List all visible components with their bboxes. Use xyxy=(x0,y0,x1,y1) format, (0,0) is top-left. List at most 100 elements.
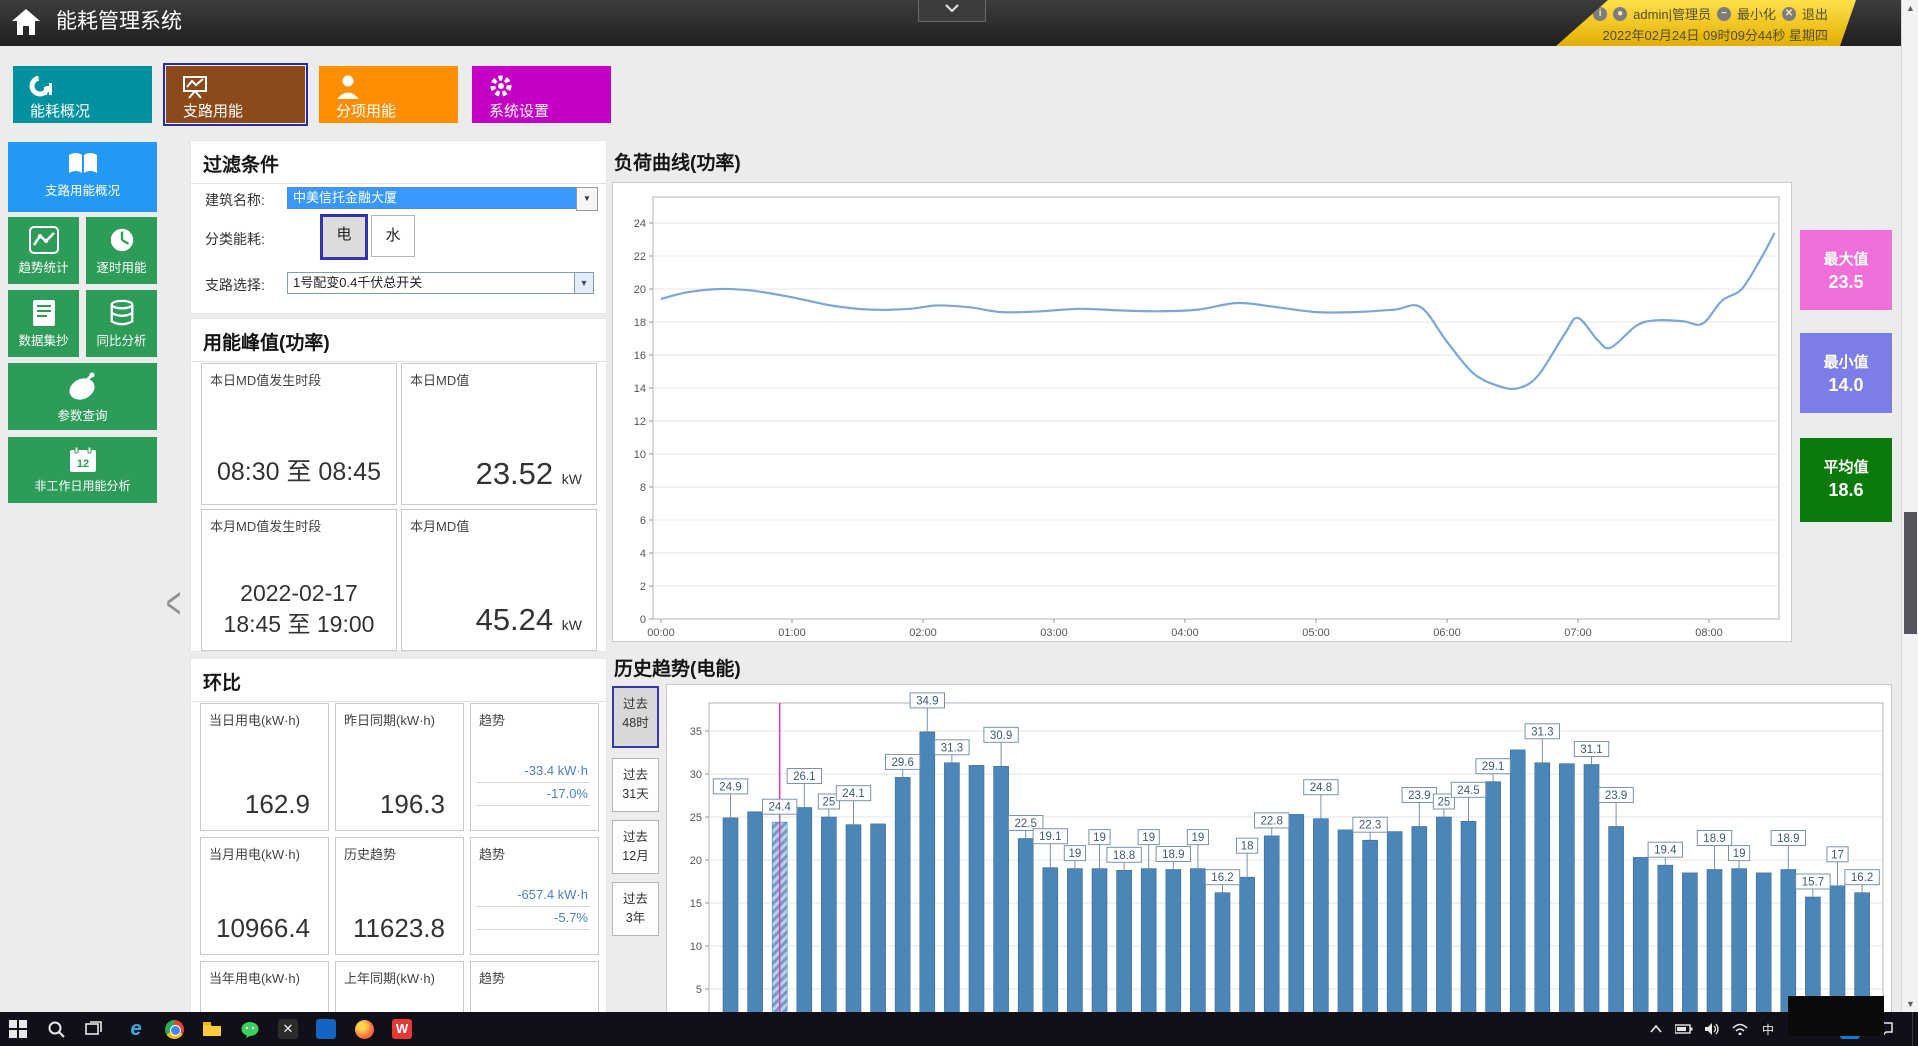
cell-value: 10966.4 xyxy=(216,913,310,944)
firefox-browser-icon[interactable] xyxy=(352,1017,376,1041)
bar[interactable] xyxy=(748,812,763,1014)
bar[interactable] xyxy=(846,825,861,1014)
wechat-icon[interactable] xyxy=(238,1017,262,1041)
sidebar-item-branch-overview[interactable]: 支路用能概况 xyxy=(8,142,157,212)
bar[interactable] xyxy=(969,765,984,1014)
bar[interactable] xyxy=(1633,857,1648,1014)
branch-select[interactable]: 1号配变0.4千伏总开关 ▼ xyxy=(287,272,594,294)
bar[interactable] xyxy=(1609,827,1624,1015)
bar[interactable] xyxy=(1584,765,1599,1015)
chrome-browser-icon[interactable] xyxy=(162,1017,186,1041)
start-button[interactable] xyxy=(6,1017,30,1041)
bar[interactable] xyxy=(1264,836,1279,1014)
bar[interactable] xyxy=(994,766,1009,1014)
tray-expand-icon[interactable] xyxy=(1644,1017,1668,1041)
bar[interactable] xyxy=(1141,869,1156,1014)
scroll-up-icon[interactable]: ▲ xyxy=(1902,0,1918,16)
bar[interactable] xyxy=(1682,873,1697,1014)
info-icon[interactable]: i xyxy=(1593,7,1607,21)
sidebar-item-parameter-query[interactable]: 参数查询 xyxy=(8,363,157,430)
bar[interactable] xyxy=(1215,893,1230,1014)
input-method-indicator[interactable]: 中 xyxy=(1756,1017,1780,1041)
bar[interactable] xyxy=(1461,821,1476,1014)
bar[interactable] xyxy=(920,732,935,1014)
exit-label[interactable]: 退出 xyxy=(1802,4,1828,23)
taskbar-search-button[interactable] xyxy=(44,1017,68,1041)
range-button-12m[interactable]: 过去12月 xyxy=(612,820,659,874)
bar[interactable] xyxy=(1486,782,1501,1014)
bar[interactable] xyxy=(1289,814,1304,1014)
bar[interactable] xyxy=(1387,832,1402,1014)
tab-branch-energy[interactable]: 支路用能 xyxy=(166,66,305,123)
sidebar-item-yoy-analysis[interactable]: 同比分析 xyxy=(86,290,157,357)
bar[interactable] xyxy=(1018,839,1033,1015)
header-dropdown-tab[interactable] xyxy=(918,0,986,22)
collapse-panel-arrow[interactable]: < xyxy=(166,577,181,630)
scrollbar-thumb[interactable] xyxy=(1904,512,1917,634)
dark-app-icon[interactable]: ✕ xyxy=(276,1017,300,1041)
load-curve-chart[interactable]: 02468101214161820222400:0001:0002:0003:0… xyxy=(613,183,1789,639)
file-explorer-icon[interactable] xyxy=(200,1017,224,1041)
network-icon[interactable] xyxy=(1728,1017,1752,1041)
bar[interactable] xyxy=(1067,869,1082,1014)
history-trend-chart[interactable]: 510152025303524.924.426.12524.129.634.93… xyxy=(667,685,1889,1014)
show-desktop-button[interactable] xyxy=(1912,1012,1918,1046)
bar[interactable] xyxy=(1707,870,1722,1015)
wps-icon[interactable]: W xyxy=(390,1017,414,1041)
building-select-arrow-icon[interactable]: ▼ xyxy=(576,187,598,211)
bar[interactable] xyxy=(1781,870,1796,1015)
sidebar-item-data-collection[interactable]: 数据集抄 xyxy=(8,290,79,357)
close-icon[interactable]: ✕ xyxy=(1782,7,1796,21)
bar[interactable] xyxy=(1830,886,1845,1014)
sidebar-item-nonworkday-analysis[interactable]: 12 非工作日用能分析 xyxy=(8,437,157,503)
sidebar-item-hourly-energy[interactable]: 逐时用能 xyxy=(86,217,157,284)
tab-system-settings[interactable]: 系统设置 xyxy=(472,66,611,123)
home-icon[interactable] xyxy=(10,6,42,38)
bar[interactable] xyxy=(1043,868,1058,1014)
volume-icon[interactable] xyxy=(1700,1017,1724,1041)
bar[interactable] xyxy=(1436,817,1451,1014)
edge-browser-icon[interactable]: e xyxy=(124,1017,148,1041)
bar[interactable] xyxy=(723,818,738,1014)
bar[interactable] xyxy=(1117,870,1132,1014)
range-button-48h[interactable]: 过去48时 xyxy=(612,686,659,748)
svg-text:4: 4 xyxy=(640,548,646,560)
bar[interactable] xyxy=(1732,869,1747,1014)
building-select[interactable]: 中美信托金融大厦 xyxy=(287,187,582,209)
task-view-button[interactable] xyxy=(82,1017,106,1041)
sidebar-item-trend-stats[interactable]: 趋势统计 xyxy=(8,217,79,284)
tab-subitem-energy[interactable]: 分项用能 xyxy=(319,66,458,123)
minimize-label[interactable]: 最小化 xyxy=(1737,4,1776,23)
bar[interactable] xyxy=(895,777,910,1014)
bar[interactable] xyxy=(1756,873,1771,1014)
bar[interactable] xyxy=(1559,764,1574,1014)
scroll-down-icon[interactable]: ▼ xyxy=(1902,996,1918,1012)
bar[interactable] xyxy=(1510,750,1525,1014)
bar[interactable] xyxy=(797,808,812,1015)
bar[interactable] xyxy=(1412,827,1427,1015)
page-scrollbar[interactable]: ▲ ▼ xyxy=(1901,0,1918,1012)
bar[interactable] xyxy=(821,817,836,1014)
bar[interactable] xyxy=(1313,819,1328,1014)
bar-label: 24.4 xyxy=(769,802,792,814)
bar[interactable] xyxy=(1166,870,1181,1015)
bar[interactable] xyxy=(944,763,959,1014)
energy-electric-button[interactable]: 电 xyxy=(321,215,367,259)
minimize-icon[interactable]: − xyxy=(1717,7,1731,21)
bar[interactable] xyxy=(1240,877,1255,1014)
bar[interactable] xyxy=(1338,830,1353,1014)
branch-select-arrow-icon[interactable]: ▼ xyxy=(574,273,593,293)
bar[interactable] xyxy=(1190,869,1205,1014)
comparison-grid: 当日用电(kW·h)162.9昨日同期(kW·h)196.3趋势-33.4 kW… xyxy=(200,703,599,1014)
bar[interactable] xyxy=(1535,763,1550,1014)
range-button-3y[interactable]: 过去3年 xyxy=(612,882,659,936)
bar[interactable] xyxy=(871,824,886,1014)
bar[interactable] xyxy=(1363,840,1378,1014)
range-button-31d[interactable]: 过去31天 xyxy=(612,758,659,812)
energy-water-button[interactable]: 水 xyxy=(371,215,415,257)
tab-energy-overview[interactable]: 能耗概况 xyxy=(13,66,152,123)
bar[interactable] xyxy=(1658,865,1673,1014)
blue-app-icon[interactable] xyxy=(314,1017,338,1041)
bar[interactable] xyxy=(1092,869,1107,1014)
battery-icon[interactable] xyxy=(1672,1017,1696,1041)
